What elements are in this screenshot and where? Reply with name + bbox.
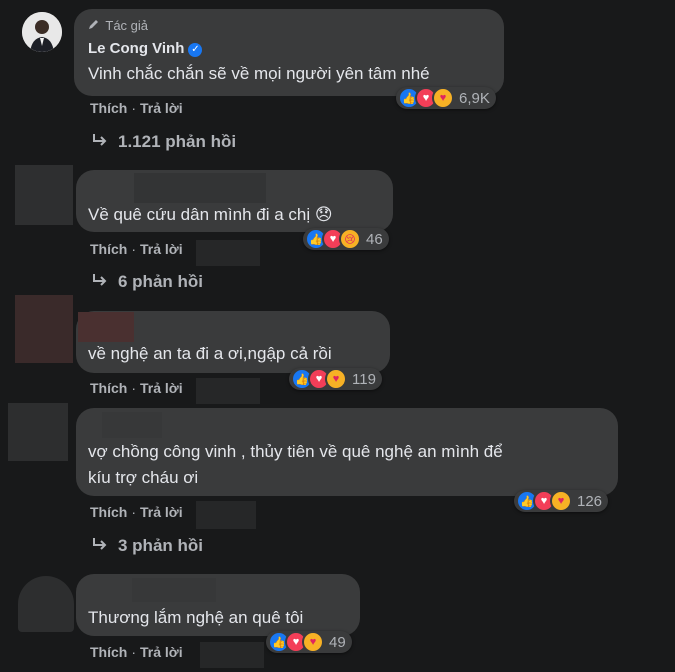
separator: · bbox=[131, 644, 137, 660]
reaction-summary[interactable]: 👍 ♥ 😢 46 bbox=[303, 228, 389, 250]
author-badge: Tác giả bbox=[88, 18, 148, 33]
replies-count[interactable]: 1.121 phản hồi bbox=[118, 132, 236, 151]
redacted-timestamp bbox=[196, 501, 256, 529]
author-badge-label: Tác giả bbox=[105, 18, 149, 33]
view-replies-link[interactable]: 1.121 phản hồi bbox=[92, 132, 236, 152]
sad-icon: 😢 bbox=[339, 228, 361, 250]
comment-actions: Thích · Trả lời bbox=[90, 100, 183, 116]
author-name-link[interactable]: Le Cong Vinh bbox=[88, 40, 184, 57]
comment-actions: Thích · Trả lời bbox=[90, 241, 183, 257]
reaction-count: 119 bbox=[352, 370, 376, 388]
author-name[interactable]: Le Cong Vinh ✓ bbox=[88, 40, 203, 57]
reply-arrow-icon bbox=[92, 132, 108, 152]
comment-text: về nghệ an ta đi a ơi,ngập cả rồi bbox=[88, 344, 332, 363]
reply-arrow-icon bbox=[92, 272, 108, 292]
reaction-count: 46 bbox=[366, 230, 383, 248]
separator: · bbox=[131, 504, 137, 520]
care-icon: ♥ bbox=[325, 368, 347, 390]
separator: · bbox=[131, 241, 137, 257]
reply-button[interactable]: Trả lời bbox=[140, 241, 183, 257]
reaction-count: 49 bbox=[329, 633, 346, 651]
reaction-count: 6,9K bbox=[459, 89, 490, 107]
reaction-summary[interactable]: 👍 ♥ ♥ 6,9K bbox=[396, 87, 496, 109]
view-replies-link[interactable]: 3 phản hồi bbox=[92, 536, 203, 556]
comment-text: Vinh chắc chắn sẽ về mọi người yên tâm n… bbox=[88, 64, 430, 83]
comment-actions: Thích · Trả lời bbox=[90, 644, 183, 660]
view-replies-link[interactable]: 6 phản hồi bbox=[92, 272, 203, 292]
avatar[interactable] bbox=[15, 295, 73, 363]
replies-count[interactable]: 3 phản hồi bbox=[118, 536, 203, 555]
like-button[interactable]: Thích bbox=[90, 504, 127, 520]
verified-icon: ✓ bbox=[188, 43, 203, 57]
like-button[interactable]: Thích bbox=[90, 100, 127, 116]
reply-button[interactable]: Trả lời bbox=[140, 100, 183, 116]
like-button[interactable]: Thích bbox=[90, 644, 127, 660]
like-button[interactable]: Thích bbox=[90, 241, 127, 257]
comment-actions: Thích · Trả lời bbox=[90, 380, 183, 396]
comment-text: Thương lắm nghệ an quê tôi bbox=[88, 608, 304, 627]
care-icon: ♥ bbox=[302, 631, 324, 653]
like-button[interactable]: Thích bbox=[90, 380, 127, 396]
redacted-timestamp bbox=[196, 240, 260, 266]
comment-text: Về quê cứu dân mình đi a chị 😞 bbox=[88, 205, 333, 224]
redacted-author bbox=[134, 173, 266, 203]
reply-arrow-icon bbox=[92, 536, 108, 556]
reaction-count: 126 bbox=[577, 492, 603, 510]
care-icon: ♥ bbox=[550, 490, 572, 512]
pencil-icon bbox=[88, 18, 102, 33]
avatar[interactable] bbox=[18, 576, 74, 632]
reply-button[interactable]: Trả lời bbox=[140, 644, 183, 660]
separator: · bbox=[131, 100, 137, 116]
avatar[interactable] bbox=[15, 165, 73, 225]
comment-actions: Thích · Trả lời bbox=[90, 504, 183, 520]
care-icon: ♥ bbox=[432, 87, 454, 109]
comment-text-line2: kíu trợ cháu ơi bbox=[88, 468, 199, 487]
reaction-summary[interactable]: 👍 ♥ ♥ 119 bbox=[289, 368, 382, 390]
redacted-author bbox=[78, 312, 134, 342]
reaction-summary[interactable]: 👍 ♥ ♥ 126 bbox=[514, 490, 609, 512]
avatar[interactable] bbox=[22, 12, 62, 52]
replies-count[interactable]: 6 phản hồi bbox=[118, 272, 203, 291]
separator: · bbox=[131, 380, 137, 396]
avatar[interactable] bbox=[8, 403, 68, 461]
redacted-timestamp bbox=[200, 642, 264, 668]
redacted-author bbox=[102, 412, 162, 438]
reply-button[interactable]: Trả lời bbox=[140, 380, 183, 396]
comment-text-line1: vợ chồng công vinh , thủy tiên về quê ng… bbox=[88, 442, 503, 461]
redacted-timestamp bbox=[196, 378, 260, 404]
reaction-summary[interactable]: 👍 ♥ ♥ 49 bbox=[266, 631, 352, 653]
reply-button[interactable]: Trả lời bbox=[140, 504, 183, 520]
redacted-author bbox=[132, 578, 216, 602]
